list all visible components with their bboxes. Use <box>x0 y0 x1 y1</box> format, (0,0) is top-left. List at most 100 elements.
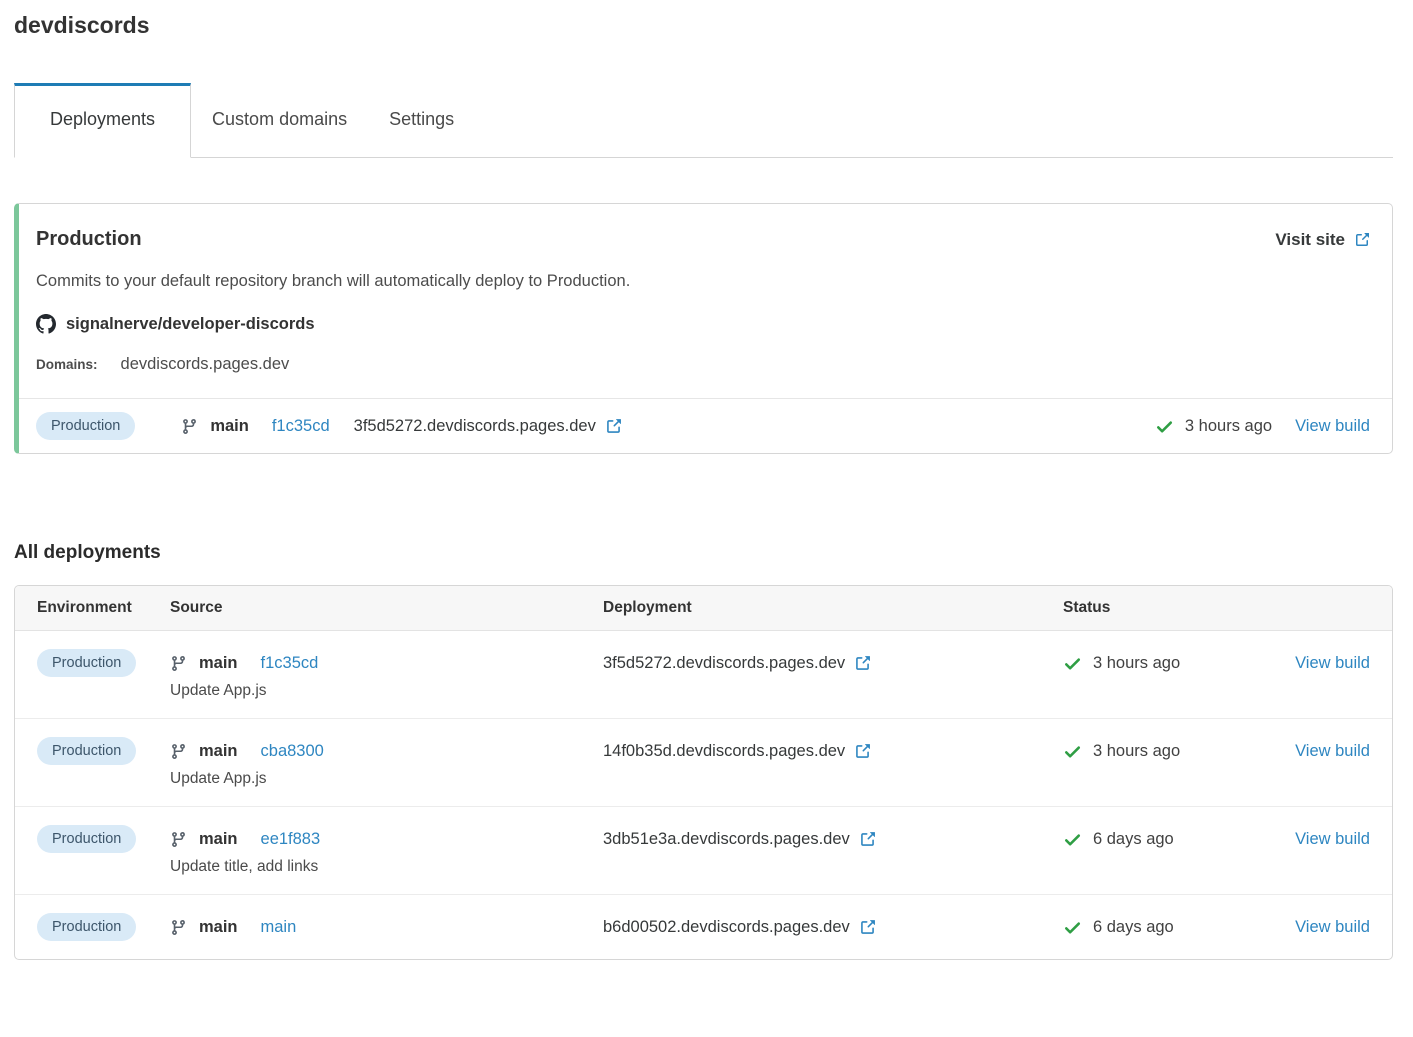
view-build-link[interactable]: View build <box>1295 830 1370 849</box>
deployment-url: 3db51e3a.devdiscords.pages.dev <box>603 830 850 849</box>
environment-badge: Production <box>37 649 136 677</box>
status-group: 3 hours ago View build <box>1155 417 1370 436</box>
deployment-row: Production main cba8300 Update App.js 14… <box>15 718 1392 806</box>
view-build-cell: View build <box>1280 649 1370 677</box>
tab-settings[interactable]: Settings <box>368 83 475 157</box>
deployment-url-link[interactable]: 3db51e3a.devdiscords.pages.dev <box>603 830 876 849</box>
view-build-cell: View build <box>1280 913 1370 941</box>
commit-link[interactable]: f1c35cd <box>261 654 319 673</box>
view-build-link[interactable]: View build <box>1295 918 1370 937</box>
check-icon <box>1063 918 1082 937</box>
domains-value: devdiscords.pages.dev <box>121 355 290 374</box>
status-cell: 6 days ago <box>1063 825 1280 853</box>
column-header-deployment: Deployment <box>603 586 1063 630</box>
source-cell: main ee1f883 Update title, add links <box>170 825 603 876</box>
deployment-row: Production main main b6d00502.devdiscord… <box>15 894 1392 959</box>
external-link-icon <box>859 919 876 936</box>
view-build-link[interactable]: View build <box>1295 654 1370 673</box>
source-cell: main main <box>170 913 603 941</box>
view-build-cell: View build <box>1280 825 1370 853</box>
status-time: 3 hours ago <box>1093 742 1180 761</box>
all-deployments-title: All deployments <box>14 542 1393 564</box>
repo-name-link[interactable]: signalnerve/developer-discords <box>66 315 315 334</box>
check-icon <box>1063 742 1082 761</box>
column-header-source: Source <box>170 586 603 630</box>
deployment-url: 14f0b35d.devdiscords.pages.dev <box>603 742 845 761</box>
commit-message: Update App.js <box>170 682 603 700</box>
git-branch-icon <box>170 655 187 672</box>
status-time: 3 hours ago <box>1185 417 1272 436</box>
environment-badge: Production <box>37 737 136 765</box>
deployments-table-body: Production main f1c35cd Update App.js 3f… <box>15 631 1392 959</box>
tab-deployments[interactable]: Deployments <box>14 83 191 158</box>
status-cell: 6 days ago <box>1063 913 1280 941</box>
branch-name: main <box>199 654 238 673</box>
git-branch-icon <box>170 919 187 936</box>
commit-link[interactable]: ee1f883 <box>261 830 321 849</box>
deployment-url-link[interactable]: b6d00502.devdiscords.pages.dev <box>603 918 876 937</box>
column-header-status: Status <box>1063 586 1280 630</box>
environment-cell: Production <box>37 825 170 853</box>
repo-row: signalnerve/developer-discords <box>36 314 1370 334</box>
production-card-body: Production Visit site Commits to your de… <box>19 204 1392 398</box>
commit-message: Update App.js <box>170 770 603 788</box>
pages-project-page: devdiscords Deployments Custom domains S… <box>0 12 1413 976</box>
commit-link[interactable]: f1c35cd <box>272 417 330 436</box>
view-build-link[interactable]: View build <box>1295 417 1370 436</box>
source-cell: main cba8300 Update App.js <box>170 737 603 788</box>
environment-cell: Production <box>37 737 170 765</box>
external-link-icon <box>854 655 871 672</box>
external-link-icon <box>859 831 876 848</box>
deployment-cell: b6d00502.devdiscords.pages.dev <box>603 913 1063 941</box>
external-link-icon <box>854 743 871 760</box>
deployment-url-link[interactable]: 3f5d5272.devdiscords.pages.dev <box>603 654 871 673</box>
branch-name: main <box>199 830 238 849</box>
check-icon <box>1155 417 1174 436</box>
environment-badge: Production <box>37 825 136 853</box>
environment-badge: Production <box>37 913 136 941</box>
source-group: main f1c35cd <box>181 417 329 436</box>
deployment-row: Production main ee1f883 Update title, ad… <box>15 806 1392 894</box>
deployment-url-link[interactable]: 14f0b35d.devdiscords.pages.dev <box>603 742 871 761</box>
domains-row: Domains: devdiscords.pages.dev <box>36 355 1370 374</box>
branch-name: main <box>199 918 238 937</box>
deployment-cell: 3db51e3a.devdiscords.pages.dev <box>603 825 1063 853</box>
view-build-link[interactable]: View build <box>1295 742 1370 761</box>
production-deployment-row: Production main f1c35cd 3f5d5272.devdisc… <box>19 398 1392 453</box>
github-icon <box>36 314 56 334</box>
status-cell: 3 hours ago <box>1063 737 1280 765</box>
deployment-url: 3f5d5272.devdiscords.pages.dev <box>603 654 845 673</box>
production-description: Commits to your default repository branc… <box>36 272 1370 291</box>
environment-cell: Production <box>37 649 170 677</box>
tab-custom-domains[interactable]: Custom domains <box>191 83 368 157</box>
external-link-icon <box>605 418 622 435</box>
deployment-url: b6d00502.devdiscords.pages.dev <box>603 918 850 937</box>
status-cell: 3 hours ago <box>1063 649 1280 677</box>
external-link-icon <box>1354 232 1370 248</box>
git-branch-icon <box>170 831 187 848</box>
deployment-cell: 3f5d5272.devdiscords.pages.dev <box>603 649 1063 677</box>
git-branch-icon <box>170 743 187 760</box>
production-card: Production Visit site Commits to your de… <box>14 203 1393 454</box>
commit-link[interactable]: cba8300 <box>261 742 324 761</box>
visit-site-link[interactable]: Visit site <box>1275 230 1370 250</box>
environment-cell: Production <box>37 913 170 941</box>
environment-badge: Production <box>36 412 135 440</box>
deployment-url-link[interactable]: 3f5d5272.devdiscords.pages.dev <box>354 417 622 436</box>
check-icon <box>1063 830 1082 849</box>
git-branch-icon <box>181 418 198 435</box>
check-icon <box>1063 654 1082 673</box>
table-header-row: Environment Source Deployment Status <box>15 586 1392 631</box>
tab-bar: Deployments Custom domains Settings <box>14 83 1393 158</box>
deployment-cell: 14f0b35d.devdiscords.pages.dev <box>603 737 1063 765</box>
production-card-title: Production <box>36 228 142 251</box>
deployment-url: 3f5d5272.devdiscords.pages.dev <box>354 417 596 436</box>
deployments-table: Environment Source Deployment Status Pro… <box>14 585 1393 960</box>
branch-name: main <box>199 742 238 761</box>
deployment-row: Production main f1c35cd Update App.js 3f… <box>15 631 1392 718</box>
branch-name: main <box>210 417 249 436</box>
column-header-spacer <box>1280 586 1370 630</box>
commit-link[interactable]: main <box>261 918 297 937</box>
column-header-environment: Environment <box>37 586 170 630</box>
page-title: devdiscords <box>14 12 1393 39</box>
